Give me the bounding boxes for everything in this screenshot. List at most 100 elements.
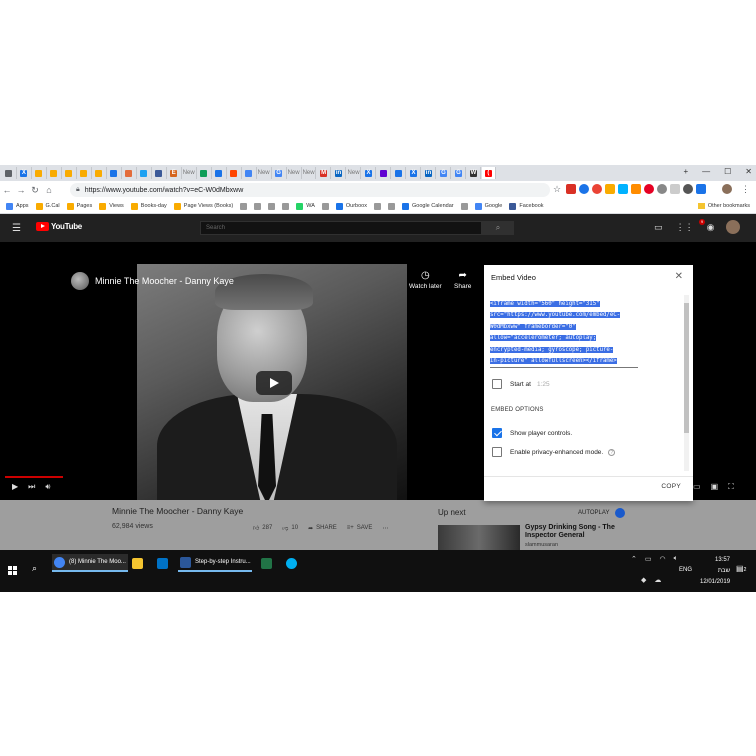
- info-icon[interactable]: ?: [608, 448, 616, 456]
- browser-tab[interactable]: [92, 167, 107, 179]
- gmail-ext-icon[interactable]: [566, 184, 576, 194]
- browser-tab[interactable]: [122, 167, 137, 179]
- taskbar-item[interactable]: [155, 554, 173, 572]
- home-icon[interactable]: ⌂: [42, 185, 56, 195]
- browser-tab[interactable]: M: [317, 167, 332, 179]
- box-ext-icon[interactable]: [670, 184, 680, 194]
- search-input[interactable]: Search: [200, 221, 482, 235]
- address-bar[interactable]: 🔒︎ https://www.youtube.com/watch?v=eC-W0…: [70, 183, 550, 197]
- taskbar-item[interactable]: (8) Minnie The Moo...: [52, 554, 128, 572]
- browser-tab[interactable]: X: [362, 167, 377, 179]
- bookmark-item[interactable]: G.Cal: [35, 202, 60, 210]
- copy-button[interactable]: COPY: [661, 483, 681, 490]
- pinterest-ext-icon[interactable]: [644, 184, 654, 194]
- youtube-logo[interactable]: YouTube: [36, 222, 82, 231]
- volume-icon[interactable]: 🔊︎: [45, 482, 50, 496]
- play-icon[interactable]: ▶: [12, 482, 18, 496]
- hamburger-menu-icon[interactable]: ☰: [12, 223, 21, 234]
- bookmark-item[interactable]: [282, 202, 292, 210]
- watch-later-button[interactable]: ◷ Watch later: [409, 270, 442, 290]
- pocket-ext-icon[interactable]: [605, 184, 615, 194]
- onedrive-icon[interactable]: ☁: [654, 576, 661, 584]
- bookmark-item[interactable]: Page Views (Books): [173, 202, 233, 210]
- dialog-scrollbar[interactable]: [684, 295, 689, 471]
- browser-tab[interactable]: [77, 167, 92, 179]
- browser-tab[interactable]: New: [302, 167, 317, 179]
- start-at-checkbox[interactable]: [492, 379, 502, 389]
- bookmark-item[interactable]: Google: [474, 202, 502, 210]
- search-icon[interactable]: ⌕: [482, 221, 514, 235]
- browser-tab[interactable]: [32, 167, 47, 179]
- bookmark-item[interactable]: Apps: [6, 202, 29, 210]
- language-indicator[interactable]: ENG: [679, 567, 692, 573]
- browser-tab[interactable]: in: [332, 167, 347, 179]
- minimize-icon[interactable]: —: [702, 167, 710, 176]
- show-controls-checkbox[interactable]: [492, 428, 502, 438]
- player-title[interactable]: Minnie The Moocher - Danny Kaye: [95, 276, 234, 286]
- bookmark-item[interactable]: Facebook: [509, 202, 544, 210]
- share-button[interactable]: ➦ Share: [454, 270, 471, 290]
- autoplay-toggle[interactable]: [615, 508, 626, 518]
- bookmark-item[interactable]: [268, 202, 278, 210]
- gear-ext-icon[interactable]: [683, 184, 693, 194]
- translate-ext-icon[interactable]: [696, 184, 706, 194]
- forward-arrow-icon[interactable]: →: [14, 185, 28, 195]
- browser-tab[interactable]: X: [17, 167, 32, 179]
- bookmark-item[interactable]: [240, 202, 250, 210]
- bookmark-item[interactable]: [374, 202, 384, 210]
- browser-tab[interactable]: [2, 167, 17, 179]
- reload-icon[interactable]: ↻: [28, 185, 42, 196]
- user-avatar[interactable]: [726, 220, 740, 234]
- bookmark-item[interactable]: [460, 202, 471, 210]
- next-icon[interactable]: ⏭: [28, 482, 35, 496]
- bookmark-item[interactable]: Ourboox: [335, 202, 367, 210]
- bookmark-item[interactable]: WA: [296, 202, 315, 210]
- search-icon[interactable]: ⌕: [32, 563, 37, 574]
- cast-icon[interactable]: ▣: [711, 482, 719, 492]
- chrome-menu-icon[interactable]: ⋮: [741, 184, 750, 195]
- browser-tab[interactable]: in: [422, 167, 437, 179]
- new-tab-button[interactable]: +: [683, 167, 688, 176]
- bookmark-item[interactable]: [388, 202, 398, 210]
- browser-tab[interactable]: E: [167, 167, 182, 179]
- video-player[interactable]: Minnie The Moocher - Danny Kaye ◷ Watch …: [63, 264, 483, 500]
- more-options-icon[interactable]: ⋯: [382, 524, 388, 532]
- browser-tab[interactable]: [107, 167, 122, 179]
- recommended-title[interactable]: Gypsy Drinking Song - The Inspector Gene…: [525, 524, 625, 540]
- embed-code-textarea[interactable]: <iframe width="560" height="315" src="htt…: [490, 299, 638, 368]
- browser-tab[interactable]: [47, 167, 62, 179]
- browser-tab[interactable]: [377, 167, 392, 179]
- taskbar-item[interactable]: [259, 554, 277, 572]
- taskbar-item[interactable]: [130, 554, 148, 572]
- browser-tab[interactable]: G: [437, 167, 452, 179]
- browser-tab[interactable]: New: [347, 167, 362, 179]
- privacy-checkbox[interactable]: [492, 447, 502, 457]
- create-video-icon[interactable]: ▭: [654, 222, 663, 233]
- apps-grid-icon[interactable]: ⋮⋮: [676, 222, 694, 233]
- browser-tab[interactable]: [212, 167, 227, 179]
- browser-tab[interactable]: New: [257, 167, 272, 179]
- bookmark-item[interactable]: [321, 202, 332, 210]
- puzzle-ext-icon[interactable]: [631, 184, 641, 194]
- browser-tab[interactable]: [197, 167, 212, 179]
- browser-tab[interactable]: [152, 167, 167, 179]
- maximize-icon[interactable]: ☐: [724, 167, 731, 176]
- record-ext-icon[interactable]: [592, 184, 602, 194]
- back-arrow-icon[interactable]: ←: [0, 185, 14, 195]
- other-bookmarks[interactable]: Other bookmarks: [697, 203, 750, 209]
- chrome-ext-icon[interactable]: [579, 184, 589, 194]
- wifi-icon[interactable]: ◠: [660, 555, 666, 563]
- browser-tab[interactable]: [242, 167, 257, 179]
- browser-tab[interactable]: (: [481, 167, 497, 179]
- bookmark-item[interactable]: Google Calendar: [402, 202, 454, 210]
- cloud-ext-icon[interactable]: [618, 184, 628, 194]
- channel-avatar[interactable]: [71, 272, 89, 290]
- bookmark-item[interactable]: [254, 202, 264, 210]
- browser-tab[interactable]: W: [467, 167, 482, 179]
- browser-tab[interactable]: [392, 167, 407, 179]
- battery-icon[interactable]: ▭: [645, 555, 652, 563]
- fullscreen-icon[interactable]: ⛶: [728, 482, 734, 492]
- browser-tab[interactable]: [227, 167, 242, 179]
- browser-tab[interactable]: G: [272, 167, 287, 179]
- theater-mode-icon[interactable]: ▭: [693, 482, 701, 492]
